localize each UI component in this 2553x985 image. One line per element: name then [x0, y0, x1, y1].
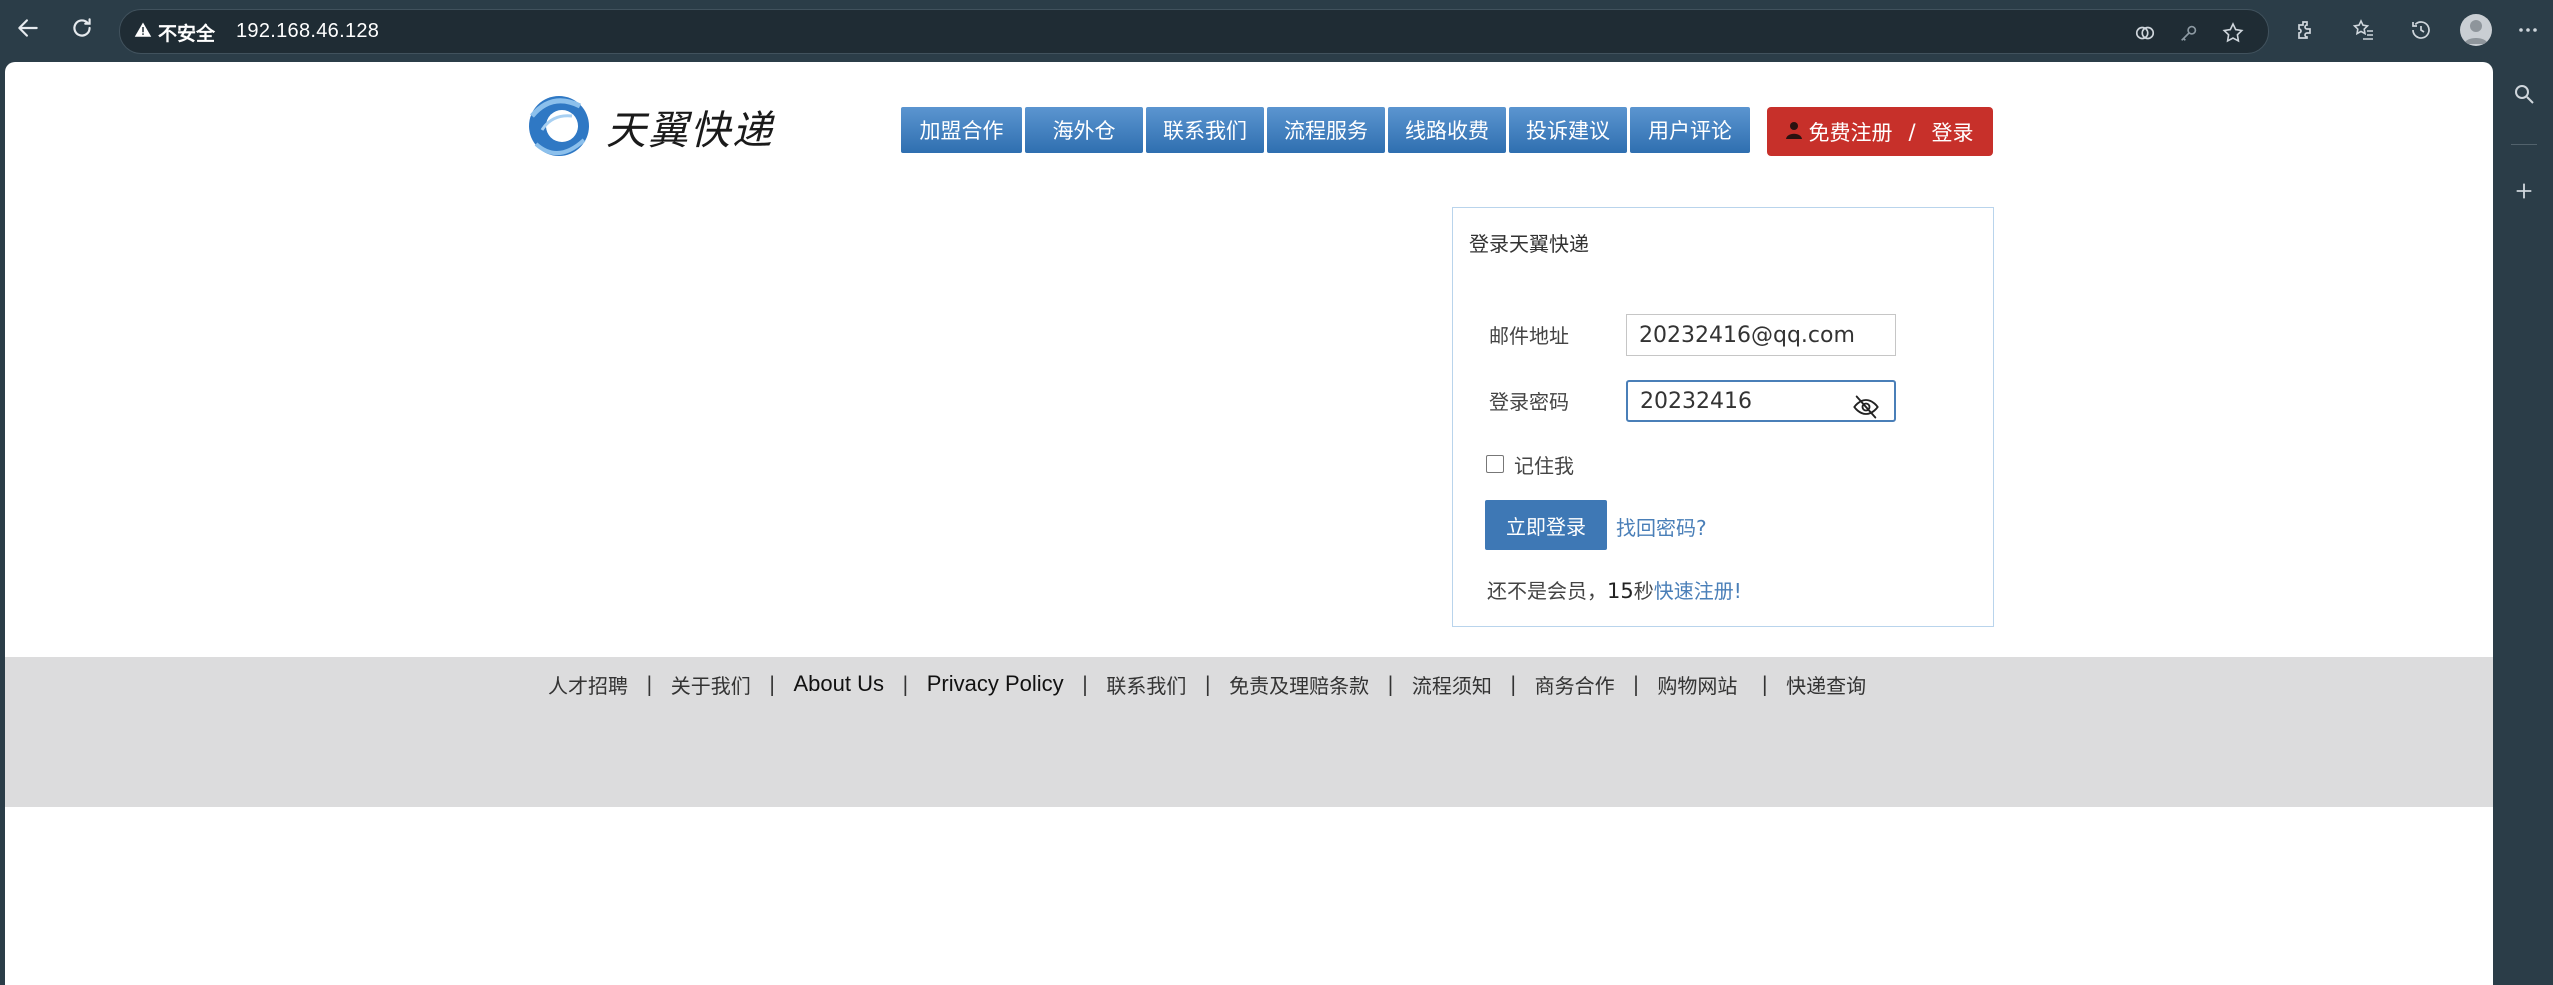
page-viewport: 天翼快递 加盟合作 海外仓 联系我们 流程服务 线路收费 投诉建议 用户评论 免… [5, 62, 2493, 985]
tracking-prevention-icon[interactable] [2132, 20, 2158, 46]
login-panel-title: 登录天翼快递 [1469, 232, 1589, 256]
eye-off-icon[interactable] [1850, 391, 1882, 423]
register-prompt: 还不是会员，15秒快速注册! [1487, 575, 1742, 604]
register-prompt-prefix: 还不是会员， [1487, 579, 1607, 603]
back-button[interactable] [10, 12, 46, 48]
footer-link-about-us[interactable]: About Us [794, 671, 885, 697]
address-bar[interactable]: 不安全 192.168.46.128 [119, 9, 2269, 54]
search-icon[interactable] [2507, 77, 2541, 111]
footer-link-contact[interactable]: 联系我们 [1106, 670, 1186, 699]
forgot-password-link[interactable]: 找回密码? [1616, 512, 1707, 541]
footer-separator: | [1632, 672, 1640, 696]
footer-separator: | [1761, 672, 1769, 696]
footer-link-shopping[interactable]: 购物网站 [1657, 670, 1737, 699]
url-text[interactable]: 192.168.46.128 [236, 20, 379, 43]
nav-item-overseas-warehouse[interactable]: 海外仓 [1025, 107, 1143, 153]
nav-item-reviews[interactable]: 用户评论 [1630, 107, 1750, 153]
register-prompt-suffix: ! [1733, 579, 1742, 603]
site-footer: 人才招聘 | 关于我们 | About Us | Privacy Policy … [5, 657, 2493, 807]
sidebar-divider [2511, 144, 2537, 145]
register-prompt-number: 15 [1607, 579, 1634, 603]
password-label: 登录密码 [1489, 390, 1569, 414]
nav-item-contact[interactable]: 联系我们 [1146, 107, 1264, 153]
login-submit-button[interactable]: 立即登录 [1485, 500, 1607, 550]
favorites-icon[interactable] [2348, 14, 2380, 46]
security-indicator[interactable]: 不安全 [134, 20, 216, 45]
arrow-left-icon [15, 15, 41, 45]
nav-item-franchise[interactable]: 加盟合作 [901, 107, 1022, 153]
history-icon[interactable] [2405, 14, 2437, 46]
login-link[interactable]: 登录 [1932, 117, 1974, 147]
nav-item-process[interactable]: 流程服务 [1267, 107, 1385, 153]
profile-avatar[interactable] [2460, 14, 2492, 46]
email-label: 邮件地址 [1489, 324, 1569, 348]
footer-link-tracking[interactable]: 快递查询 [1786, 670, 1866, 699]
logo-text: 天翼快递 [606, 108, 774, 154]
key-icon[interactable] [2176, 20, 2202, 46]
register-prompt-unit: 秒 [1633, 579, 1654, 603]
browser-toolbar: 不安全 192.168.46.128 [0, 0, 2553, 62]
footer-link-careers[interactable]: 人才招聘 [548, 670, 628, 699]
site-logo[interactable]: 天翼快递 [522, 90, 774, 164]
footer-link-process-notes[interactable]: 流程须知 [1412, 670, 1492, 699]
nav-item-complaints[interactable]: 投诉建议 [1509, 107, 1627, 153]
remember-me-checkbox[interactable] [1486, 455, 1504, 473]
footer-separator: | [1509, 672, 1517, 696]
footer-separator: | [768, 672, 776, 696]
footer-separator: | [1081, 672, 1089, 696]
extensions-icon[interactable] [2290, 14, 2322, 46]
quick-register-link[interactable]: 快速注册 [1654, 579, 1734, 603]
footer-separator: | [902, 672, 909, 696]
footer-separator: | [646, 672, 653, 696]
footer-separator: | [1204, 672, 1212, 696]
footer-link-privacy-policy[interactable]: Privacy Policy [927, 671, 1064, 697]
warning-icon [134, 21, 152, 44]
email-field[interactable] [1626, 314, 1896, 356]
reload-button[interactable] [64, 12, 100, 48]
reload-icon [69, 15, 95, 45]
remember-me-label[interactable]: 记住我 [1514, 450, 1574, 479]
footer-links: 人才招聘 | 关于我们 | About Us | Privacy Policy … [548, 669, 1866, 699]
main-nav: 加盟合作 海外仓 联系我们 流程服务 线路收费 投诉建议 用户评论 [901, 107, 1750, 153]
footer-link-disclaimer[interactable]: 免责及理赔条款 [1229, 670, 1369, 699]
add-icon[interactable] [2507, 174, 2541, 208]
logo-swirl-icon [522, 86, 596, 168]
nav-item-rates[interactable]: 线路收费 [1388, 107, 1506, 153]
register-login-box: 免费注册 / 登录 [1767, 107, 1993, 156]
footer-separator: | [1387, 672, 1394, 696]
footer-link-about-cn[interactable]: 关于我们 [671, 670, 751, 699]
more-menu-icon[interactable] [2512, 14, 2544, 46]
favorite-star-icon[interactable] [2220, 20, 2246, 46]
user-icon [1786, 120, 1803, 144]
register-link[interactable]: 免费注册 [1808, 117, 1892, 147]
login-panel: 登录天翼快递 邮件地址 登录密码 记住我 立即登录 找回密码? 还不是会员，15… [1452, 207, 1994, 627]
security-label: 不安全 [158, 22, 216, 45]
register-login-separator: / [1908, 119, 1916, 144]
browser-sidebar [2495, 62, 2553, 985]
footer-link-business[interactable]: 商务合作 [1535, 670, 1615, 699]
